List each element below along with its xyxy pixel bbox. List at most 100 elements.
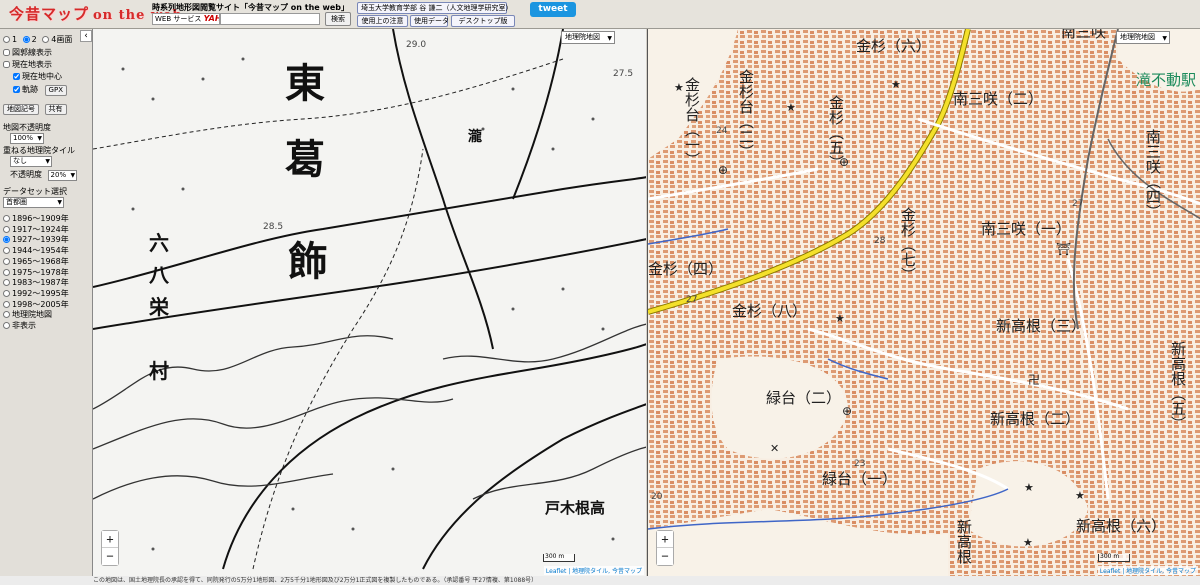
period-option[interactable]: 1917～1924年 (3, 225, 69, 235)
desktop-version-button[interactable]: デスクトップ版 (451, 15, 515, 27)
period-radio[interactable] (3, 322, 10, 329)
period-label: 1983～1987年 (12, 278, 69, 288)
right-scale-bar: 300 m (1098, 554, 1130, 562)
site-title: 時系列地形図閲覧サイト「今昔マップ on the web」 (152, 3, 350, 12)
logo-main: 今昔マップ (9, 5, 90, 23)
period-radio[interactable] (3, 311, 10, 319)
old-contour-3 (93, 473, 334, 500)
screen-2-radio[interactable] (22, 36, 30, 43)
usage-notes-button[interactable]: 使用上の注意 (357, 15, 408, 27)
current-center-checkbox[interactable] (13, 73, 20, 80)
right-zoom-in-button[interactable]: + (657, 531, 673, 548)
period-radio[interactable] (3, 289, 10, 297)
overlay-label: 重ねる地理院タイル (3, 146, 75, 155)
old-boundary-1 (93, 58, 564, 150)
period-radio[interactable] (3, 236, 10, 244)
period-label: 1965～1968年 (12, 256, 69, 266)
gpx-button[interactable]: GPX (44, 85, 67, 96)
label-midoridai-1: 緑台（一） (822, 470, 898, 488)
label-shintakane-6: 新高根（六） (1076, 517, 1167, 535)
screen-1-radio[interactable] (3, 36, 10, 43)
label-shintakane-vertical: 新高根 (955, 519, 973, 564)
screen-4-radio[interactable] (42, 36, 50, 43)
opacity-label: 地図不透明度 (3, 123, 51, 132)
modern-map-canvas (648, 29, 1200, 576)
yahoo-badge-prefix: WEB サービス (155, 15, 202, 23)
left-zoom-in-button[interactable]: + (102, 531, 118, 548)
old-boundary-2 (252, 148, 424, 570)
track-toggle[interactable]: 軌跡 GPX (13, 85, 67, 97)
period-label: 1998～2005年 (12, 299, 69, 309)
current-location-checkbox[interactable] (3, 61, 10, 68)
screen-2-option[interactable]: 2 (22, 35, 37, 44)
label-midoridai-2: 緑台（二） (766, 389, 842, 407)
period-radio[interactable] (3, 279, 10, 287)
period-radio[interactable] (3, 257, 10, 265)
period-radio[interactable] (3, 215, 10, 222)
label-minamisansaki-1: 南三咲（一） (981, 220, 1072, 238)
label-kanasugidai-2: 金杉台（二） (737, 69, 755, 159)
shrine-icon: ★ (1024, 481, 1034, 494)
period-radio[interactable] (3, 300, 10, 308)
usage-data-button[interactable]: 使用データ (410, 15, 449, 27)
right-zoom-out-button[interactable]: − (657, 548, 673, 565)
yahoo-search-badge: WEB サービス YAHOO! (152, 13, 220, 25)
left-attribution[interactable]: Leaflet | 地理院タイル, 今昔マップ (543, 566, 644, 575)
period-option[interactable]: 1975～1978年 (3, 268, 69, 278)
old-map-pane[interactable]: 東 葛 飾 六 八 栄 村 瀧 戸木根高 29.0 27.5 28.5 地理院地… (92, 29, 646, 576)
search-input[interactable] (220, 13, 320, 25)
right-layer-select[interactable]: 地理院地図 (1116, 31, 1170, 44)
old-label-higashi: 東 (285, 60, 325, 107)
sidebar: 1 2 4画面 図郭線表示 現在地表示 現在地中心 軌跡 GPX 地図記号 共有… (0, 29, 92, 576)
author-link[interactable]: 埼玉大学教育学部 谷 謙二（人文地理学研究室） (357, 2, 512, 14)
sidebar-collapse-button[interactable]: ‹ (80, 30, 92, 42)
current-center-toggle[interactable]: 現在地中心 (13, 72, 62, 82)
period-option[interactable]: 1998～2005年 (3, 300, 69, 310)
period-radio[interactable] (3, 268, 10, 276)
search-button[interactable]: 検索 (325, 12, 351, 26)
period-option[interactable]: 1992～1995年 (3, 289, 69, 299)
old-elevation-3: 28.5 (263, 222, 284, 232)
period-radio[interactable] (3, 225, 10, 233)
track-checkbox[interactable] (13, 86, 20, 93)
label-shintakane-2: 新高根（二） (990, 410, 1081, 428)
period-option[interactable]: 1983～1987年 (3, 278, 69, 288)
right-attribution[interactable]: Leaflet | 地理院タイル, 今昔マップ (1097, 566, 1198, 575)
old-road-ne (512, 29, 564, 200)
current-location-toggle[interactable]: 現在地表示 (3, 60, 52, 70)
elevation-28: 28 (874, 236, 886, 246)
shrine-icon: ★ (1023, 536, 1033, 549)
period-option[interactable]: 1896～1909年 (3, 214, 69, 224)
period-option[interactable]: 地理院地図 (3, 310, 52, 320)
left-layer-select[interactable]: 地理院地図 (561, 31, 615, 44)
screen-1-option[interactable]: 1 (3, 35, 17, 44)
overlay-opacity-select[interactable]: 20% (47, 170, 78, 181)
period-option[interactable]: 1965～1968年 (3, 257, 69, 267)
left-zoom-out-button[interactable]: − (102, 548, 118, 565)
boundary-checkbox[interactable] (3, 49, 10, 56)
boundary-toggle[interactable]: 図郭線表示 (3, 48, 52, 58)
post-office-icon: ⊕ (718, 163, 729, 177)
period-option[interactable]: 1927～1939年 (3, 235, 69, 245)
period-option[interactable]: 非表示 (3, 321, 36, 331)
map-symbols-button[interactable]: 地図記号 (3, 104, 39, 115)
share-button[interactable]: 共有 (44, 104, 67, 115)
elevation-27-west: 27 (686, 295, 698, 305)
shrine-icon: ★ (891, 78, 901, 91)
post-office-icon: ⊕ (839, 155, 850, 169)
old-label-mura: 村 (149, 359, 169, 383)
dataset-select[interactable]: 首都圏 (3, 197, 64, 208)
period-radio[interactable] (3, 247, 10, 255)
temple-icon: 卍 (1028, 373, 1041, 387)
period-label: 1917～1924年 (12, 224, 69, 234)
opacity-select[interactable]: 100% (10, 133, 45, 144)
overlay-select[interactable]: なし (10, 156, 52, 167)
label-kanasugi-4: 金杉（四） (648, 260, 724, 278)
modern-map-pane[interactable]: 金杉（六） 金杉台（一） 金杉台（二） 金杉（五） 金杉（七） 金杉（四） 金杉… (647, 29, 1200, 576)
old-road-south2 (422, 403, 646, 570)
screen-4-option[interactable]: 4画面 (42, 35, 72, 44)
modern-building-fill (648, 29, 1200, 576)
torii-icon: ⛩ (1056, 242, 1072, 256)
period-option[interactable]: 1944～1954年 (3, 246, 69, 256)
tweet-button[interactable]: tweet (530, 2, 576, 17)
